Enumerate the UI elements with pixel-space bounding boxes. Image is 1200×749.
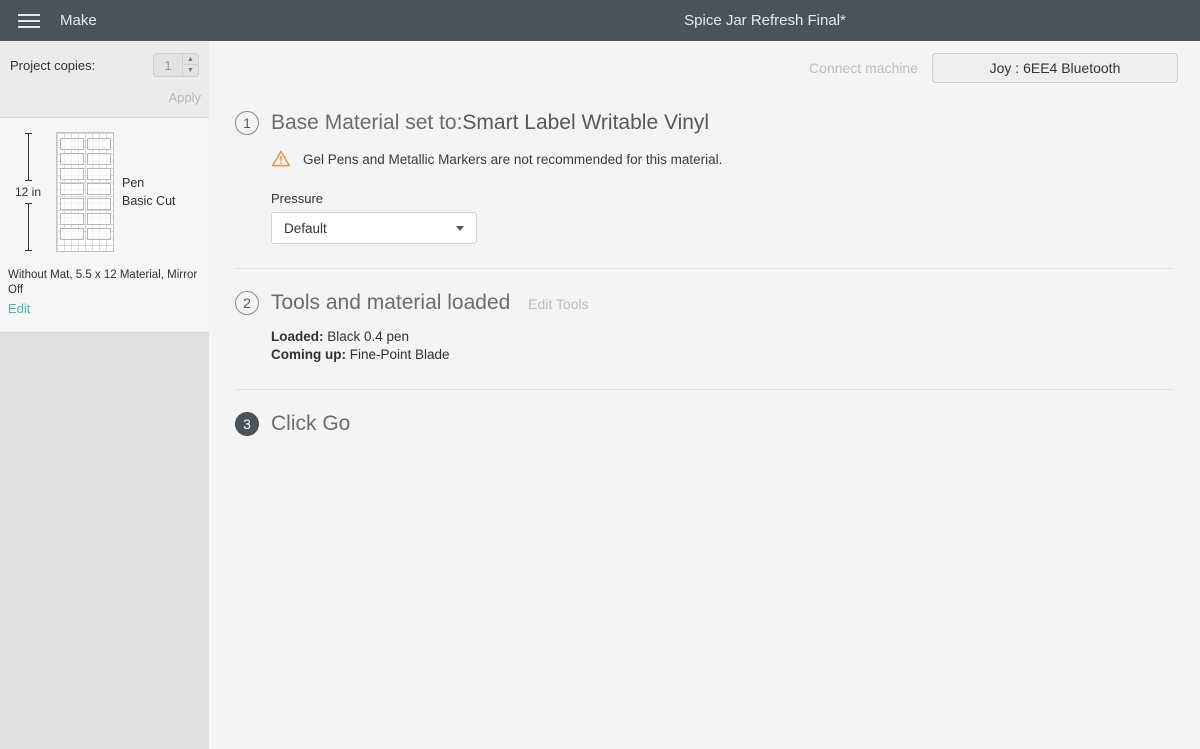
menu-icon[interactable]: [18, 14, 40, 28]
step-2-badge: 2: [235, 291, 259, 315]
copies-down-icon[interactable]: ▼: [183, 65, 198, 76]
screen-title: Make: [60, 12, 97, 29]
copies-up-icon[interactable]: ▲: [183, 54, 198, 65]
loaded-tool-row: Loaded: Black 0.4 pen: [271, 329, 1174, 344]
mat-description: Without Mat, 5.5 x 12 Material, Mirror O…: [8, 268, 201, 298]
copies-stepper[interactable]: 1 ▲ ▼: [153, 53, 199, 77]
machine-select[interactable]: Joy : 6EE4 Bluetooth: [932, 53, 1178, 83]
project-name: Spice Jar Refresh Final*: [684, 12, 846, 29]
mat-height-indicator: 12 in: [8, 133, 48, 251]
coming-up-tool-row: Coming up: Fine-Point Blade: [271, 347, 1174, 362]
step-2-title: Tools and material loaded Edit Tools: [271, 291, 589, 315]
pressure-value: Default: [284, 221, 327, 236]
copies-value: 1: [154, 58, 182, 73]
step-3-title: Click Go: [271, 412, 350, 436]
copies-panel: Project copies: 1 ▲ ▼ Apply: [0, 41, 209, 118]
step-1: 1 Base Material set to:Smart Label Writa…: [235, 111, 1174, 269]
pressure-label: Pressure: [271, 191, 1174, 206]
chevron-down-icon: [456, 226, 464, 231]
step-3-badge: 3: [235, 412, 259, 436]
mat-operations: Pen Basic Cut: [122, 176, 176, 208]
main-panel: Connect machine Joy : 6EE4 Bluetooth 1 B…: [209, 41, 1200, 749]
mat-height-label: 12 in: [15, 185, 41, 199]
step-1-title: Base Material set to:Smart Label Writabl…: [271, 111, 709, 135]
apply-button[interactable]: Apply: [168, 90, 201, 105]
mat-preview-panel: 12 in Pen Basic Cut: [0, 118, 209, 333]
mat-preview[interactable]: [56, 132, 114, 252]
warning-icon: [271, 149, 291, 169]
step-3: 3 Click Go: [235, 412, 1174, 460]
sidebar: Project copies: 1 ▲ ▼ Apply 12 in: [0, 41, 209, 749]
top-bar: Make Spice Jar Refresh Final*: [0, 0, 1200, 41]
mat-operation-cut: Basic Cut: [122, 194, 176, 208]
mat-edit-link[interactable]: Edit: [8, 301, 30, 316]
mat-operation-pen: Pen: [122, 176, 176, 190]
machine-selected-value: Joy : 6EE4 Bluetooth: [990, 60, 1121, 76]
edit-tools-link[interactable]: Edit Tools: [528, 296, 588, 312]
copies-label: Project copies:: [10, 58, 95, 73]
material-warning-text: Gel Pens and Metallic Markers are not re…: [303, 152, 722, 167]
connect-machine-label: Connect machine: [809, 60, 918, 76]
step-2: 2 Tools and material loaded Edit Tools L…: [235, 291, 1174, 390]
pressure-select[interactable]: Default: [271, 212, 477, 244]
step-1-badge: 1: [235, 111, 259, 135]
